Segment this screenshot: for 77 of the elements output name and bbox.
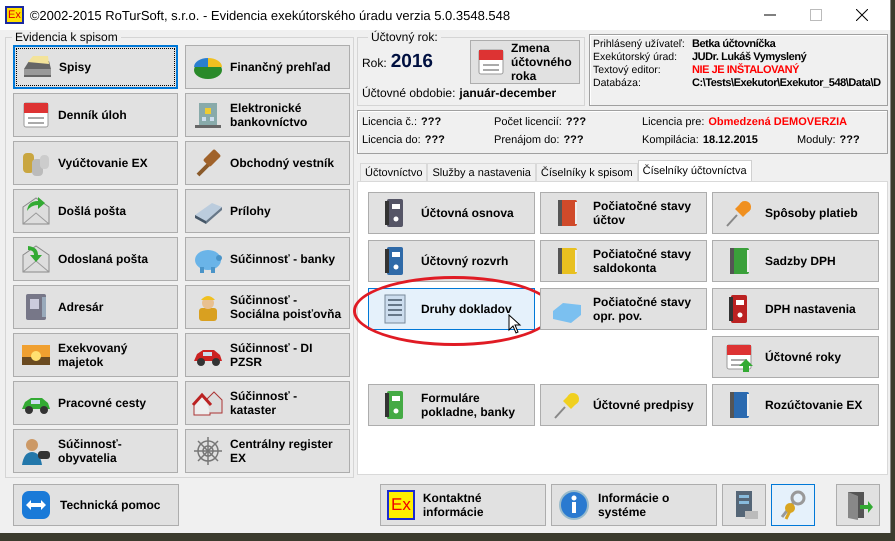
menu-button[interactable]: Finančný prehľad xyxy=(185,45,350,89)
menu-button[interactable]: Centrálny register EX xyxy=(185,429,350,473)
envelope-icon xyxy=(20,195,52,227)
license-label: Licencia č.: xyxy=(362,116,418,128)
web-icon xyxy=(192,435,224,467)
group-title: Evidencia k spisom xyxy=(14,30,119,44)
door-button[interactable] xyxy=(836,484,880,526)
menu-button[interactable]: Spisy xyxy=(13,45,178,89)
keys-button[interactable] xyxy=(771,484,815,526)
menu-button[interactable]: Elektronické bankovníctvo xyxy=(185,93,350,137)
period-label: Účtovné obdobie: xyxy=(362,86,456,100)
license-label: Moduly: xyxy=(797,134,836,146)
license-value: ??? xyxy=(840,134,860,146)
info-label: Exekútorský úrad: xyxy=(593,51,678,63)
window-title: ©2002-2015 RoTurSoft, s.r.o. - Evidencia exekútorského úradu verzia 5.0.3548.548 xyxy=(30,8,512,22)
help-button[interactable]: Technická pomoc xyxy=(13,484,179,526)
list-button[interactable]: Účtovné roky xyxy=(712,336,879,378)
info-value: C:\Tests\Exekutor\Exekutor_548\Data\D xyxy=(692,77,881,89)
list-button[interactable]: Počiatočné stavy opr. pov. xyxy=(540,288,707,330)
menu-button[interactable]: Súčinnosť - Sociálna poisťovňa xyxy=(185,285,350,329)
list-button[interactable]: Účtovné predpisy xyxy=(540,384,707,426)
info-icon xyxy=(558,489,590,521)
year-value: 2016 xyxy=(390,51,433,73)
year-label: Rok: xyxy=(362,56,387,70)
menu-button[interactable]: Obchodný vestník xyxy=(185,141,350,185)
license-value: ??? xyxy=(566,116,586,128)
server-button[interactable] xyxy=(722,484,766,526)
license-label: Licencia do: xyxy=(362,134,421,146)
license-value: ??? xyxy=(424,134,445,146)
menu-button[interactable]: Došlá pošta xyxy=(13,189,178,233)
list-button[interactable]: Spôsoby platieb xyxy=(712,192,879,234)
license-label: Kompilácia: xyxy=(642,134,699,146)
tab[interactable]: Číselníky účtovníctva xyxy=(638,160,752,181)
list-button[interactable]: DPH nastavenia xyxy=(712,288,879,330)
menu-button[interactable]: Prílohy xyxy=(185,189,350,233)
list-button[interactable]: Formuláre pokladne, banky xyxy=(368,384,535,426)
license-value: 18.12.2015 xyxy=(702,134,758,146)
tab[interactable]: Služby a nastavenia xyxy=(427,163,536,181)
license-value: ??? xyxy=(563,134,584,146)
cursor-icon xyxy=(508,314,522,334)
license-value: ??? xyxy=(421,116,442,128)
info-value: Betka účtovníčka xyxy=(692,38,776,50)
menu-button[interactable]: Odoslaná pošta xyxy=(13,237,178,281)
info-label: Textový editor: xyxy=(593,64,662,76)
list-button[interactable]: Rozúčtovanie EX xyxy=(712,384,879,426)
close-icon[interactable] xyxy=(856,9,868,21)
list-button[interactable]: Sadzby DPH xyxy=(712,240,879,282)
license-value: Obmedzená DEMOVERZIA xyxy=(708,116,848,128)
app-logo: Ex xyxy=(387,490,415,520)
menu-button[interactable]: Pracovné cesty xyxy=(13,381,178,425)
menu-button[interactable]: Denník úloh xyxy=(13,93,178,137)
info-value: JUDr. Lukáš Vymyslený xyxy=(692,51,806,63)
menu-button[interactable]: Exekvovaný majetok xyxy=(13,333,178,377)
menu-button[interactable]: Súčinnosť - banky xyxy=(185,237,350,281)
license-label: Prenájom do: xyxy=(494,134,560,146)
app-logo: Ex xyxy=(5,6,24,24)
group-title: Účtovný rok: xyxy=(370,30,439,44)
system-info-button[interactable]: Informácie o systéme xyxy=(551,484,717,526)
tab[interactable]: Číselníky k spisom xyxy=(536,163,638,181)
envelope-icon xyxy=(20,243,52,275)
menu-button[interactable]: Súčinnosť - DI PZSR xyxy=(185,333,350,377)
info-value: NIE JE INŠTALOVANÝ xyxy=(692,64,800,76)
period-value: január-december xyxy=(459,86,556,100)
list-button[interactable]: Účtovný rozvrh xyxy=(368,240,535,282)
list-button[interactable]: Účtovná osnova xyxy=(368,192,535,234)
info-label: Prihlásený užívateľ: xyxy=(593,38,686,50)
list-button[interactable]: Počiatočné stavy saldokonta xyxy=(540,240,707,282)
menu-button[interactable]: Vyúčtovanie EX xyxy=(13,141,178,185)
menu-button[interactable]: Súčinnosť- obyvatelia xyxy=(13,429,178,473)
menu-button[interactable]: Súčinnosť - kataster xyxy=(185,381,350,425)
license-label: Licencia pre: xyxy=(642,116,704,128)
list-button[interactable]: Počiatočné stavy účtov xyxy=(540,192,707,234)
tab[interactable]: Účtovníctvo xyxy=(360,163,428,181)
license-label: Počet licencií: xyxy=(494,116,562,128)
list-button[interactable]: Druhy dokladov xyxy=(368,288,535,330)
menu-button[interactable]: Adresár xyxy=(13,285,178,329)
info-label: Databáza: xyxy=(593,77,642,89)
